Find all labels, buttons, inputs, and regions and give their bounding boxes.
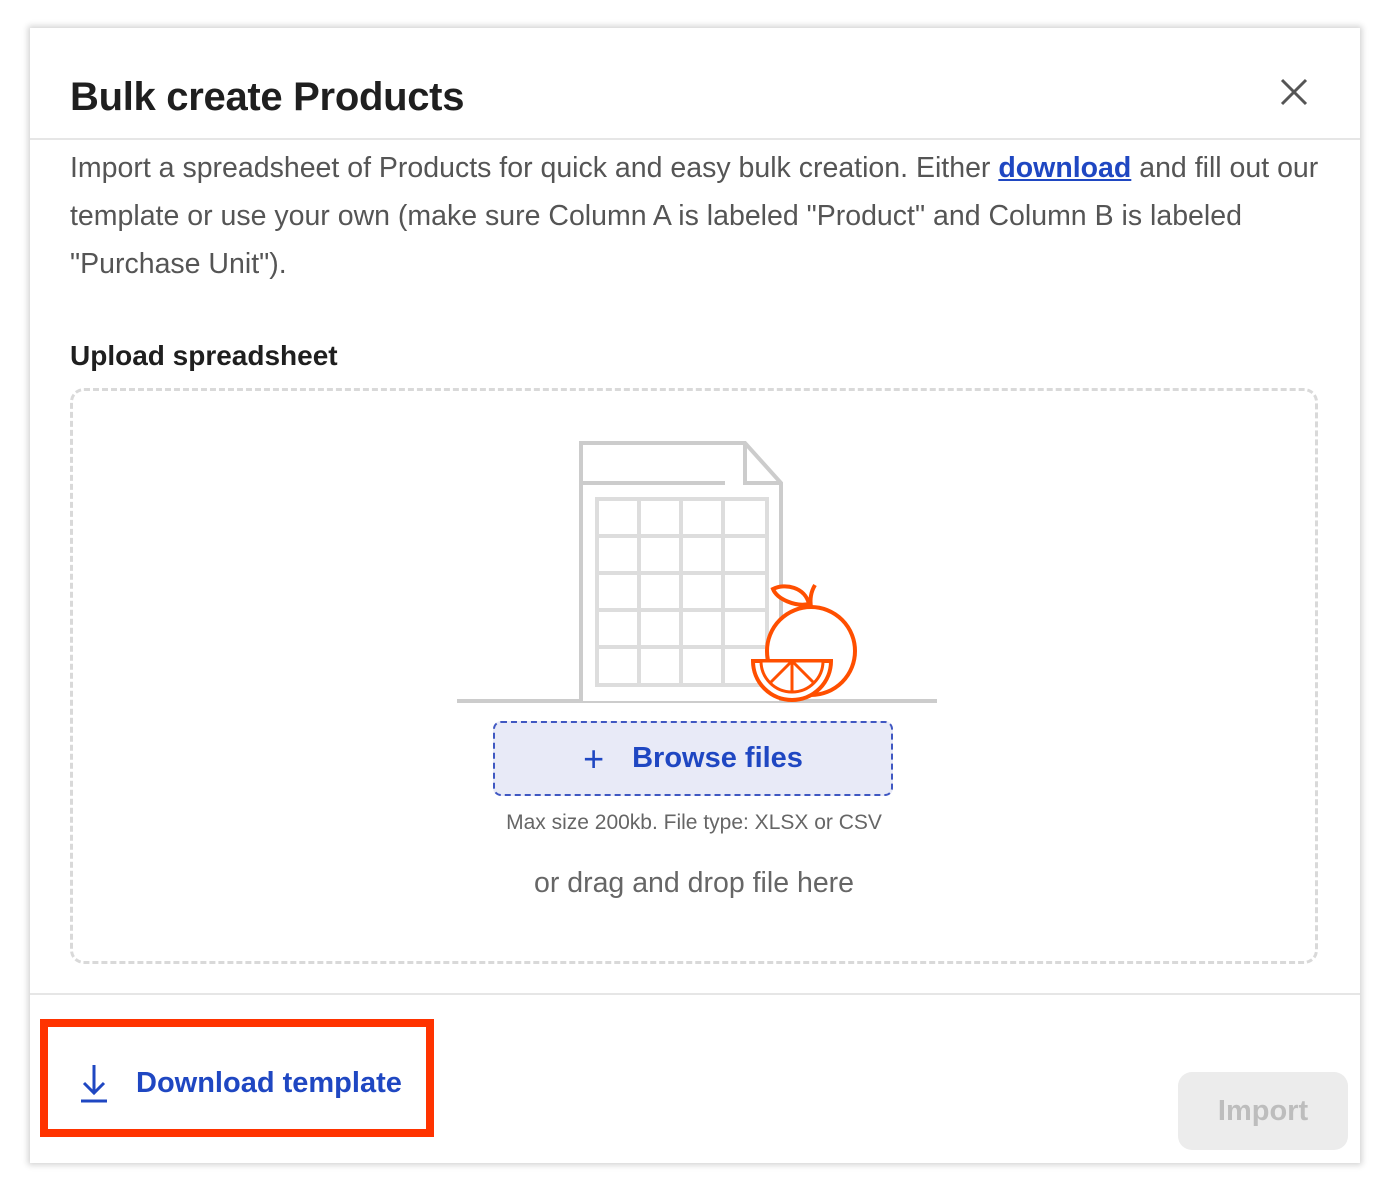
close-icon (1280, 78, 1308, 106)
file-requirements-hint: Max size 200kb. File type: XLSX or CSV (506, 811, 882, 834)
import-label: Import (1217, 1094, 1309, 1127)
download-template-label: Download template (136, 1066, 402, 1099)
download-link[interactable]: download (998, 152, 1131, 184)
modal-title: Bulk create Products (70, 75, 465, 119)
spreadsheet-illustration (457, 441, 937, 703)
close-button[interactable] (1274, 72, 1314, 112)
import-button[interactable]: Import (1178, 1072, 1348, 1150)
drag-drop-text: or drag and drop file here (533, 867, 855, 899)
bulk-create-modal: Bulk create Products Import a spreadshee… (30, 28, 1360, 1163)
description-text-start: Import a spreadsheet of Products for qui… (70, 152, 999, 184)
modal-header: Bulk create Products (30, 28, 1360, 140)
browse-files-button[interactable]: + Browse files (493, 721, 893, 796)
modal-description: Import a spreadsheet of Products for qui… (70, 144, 1330, 288)
file-dropzone[interactable]: + Browse files Max size 200kb. File type… (70, 388, 1318, 964)
download-arrow-icon (81, 1065, 107, 1103)
download-template-button[interactable]: Download template (78, 1058, 402, 1108)
plus-icon: + (583, 737, 605, 779)
footer-divider (30, 993, 1360, 995)
browse-files-label: Browse files (632, 742, 803, 774)
upload-label: Upload spreadsheet (70, 340, 338, 371)
